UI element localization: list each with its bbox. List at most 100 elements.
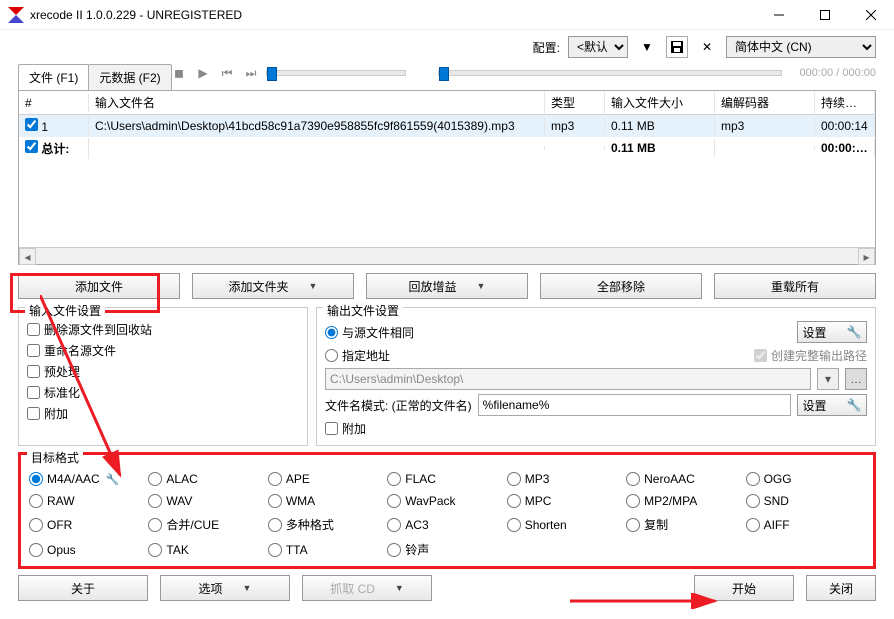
format--[interactable]: 复制 xyxy=(626,516,745,533)
col-dur[interactable]: 持续时间 xyxy=(815,92,875,113)
reload-all-button[interactable]: 重载所有 xyxy=(714,273,876,299)
format-wavpack[interactable]: WavPack xyxy=(387,494,506,508)
format-radio[interactable] xyxy=(29,472,43,486)
format-radio[interactable] xyxy=(746,518,760,532)
format-radio[interactable] xyxy=(29,518,43,532)
format-radio[interactable] xyxy=(626,472,640,486)
format-aiff[interactable]: AIFF xyxy=(746,516,865,533)
format-radio[interactable] xyxy=(148,518,162,532)
close-app-button[interactable]: 关闭 xyxy=(806,575,876,601)
input-append-checkbox[interactable] xyxy=(27,407,40,420)
format-tak[interactable]: TAK xyxy=(148,541,267,558)
col-type[interactable]: 类型 xyxy=(545,92,605,113)
format-radio[interactable] xyxy=(746,472,760,486)
remove-all-button[interactable]: 全部移除 xyxy=(540,273,702,299)
col-enc[interactable]: 编解码器 xyxy=(715,92,815,113)
format--[interactable]: 铃声 xyxy=(387,541,506,558)
stop-button[interactable]: ◼ xyxy=(170,64,188,82)
format-radio[interactable] xyxy=(387,518,401,532)
tab-files[interactable]: 文件 (F1) xyxy=(18,64,89,90)
format-radio[interactable] xyxy=(387,543,401,557)
format-mp3[interactable]: MP3 xyxy=(507,472,626,486)
volume-slider[interactable] xyxy=(266,70,406,76)
format-radio[interactable] xyxy=(29,494,43,508)
same-as-source-radio[interactable] xyxy=(325,326,338,339)
format--cue[interactable]: 合并/CUE xyxy=(148,516,267,533)
rename-source-checkbox[interactable] xyxy=(27,344,40,357)
format--[interactable]: 多种格式 xyxy=(268,516,387,533)
format-neroaac[interactable]: NeroAAC xyxy=(626,472,745,486)
table-row[interactable]: 1 C:\Users\admin\Desktop\41bcd58c91a7390… xyxy=(19,115,875,137)
total-checkbox[interactable] xyxy=(25,140,38,153)
preprocess-checkbox[interactable] xyxy=(27,365,40,378)
format-radio[interactable] xyxy=(268,518,282,532)
format-radio[interactable] xyxy=(387,494,401,508)
specify-address-radio[interactable] xyxy=(325,349,338,362)
wrench-icon[interactable]: 🔧 xyxy=(106,473,120,486)
format-radio[interactable] xyxy=(387,472,401,486)
normalize-checkbox[interactable] xyxy=(27,386,40,399)
row-checkbox[interactable] xyxy=(25,118,38,131)
about-button[interactable]: 关于 xyxy=(18,575,148,601)
play-button[interactable]: ▶ xyxy=(194,64,212,82)
delete-profile-button[interactable]: ✕ xyxy=(696,36,718,58)
format-radio[interactable] xyxy=(507,494,521,508)
format-radio[interactable] xyxy=(148,494,162,508)
options-button[interactable]: 选项 xyxy=(160,575,290,601)
format-radio[interactable] xyxy=(29,543,43,557)
format-radio[interactable] xyxy=(268,494,282,508)
prev-button[interactable]: ⏮ xyxy=(218,64,236,82)
format-flac[interactable]: FLAC xyxy=(387,472,506,486)
add-file-button[interactable]: 添加文件 xyxy=(18,273,180,299)
format-wav[interactable]: WAV xyxy=(148,494,267,508)
format-radio[interactable] xyxy=(626,518,640,532)
maximize-button[interactable] xyxy=(802,0,848,30)
format-mp2-mpa[interactable]: MP2/MPA xyxy=(626,494,745,508)
output-settings-button[interactable]: 设置🔧 xyxy=(797,321,867,343)
col-size[interactable]: 输入文件大小 xyxy=(605,92,715,113)
format-radio[interactable] xyxy=(148,472,162,486)
output-append-checkbox[interactable] xyxy=(325,422,338,435)
format-ogg[interactable]: OGG xyxy=(746,472,865,486)
start-button[interactable]: 开始 xyxy=(694,575,794,601)
filename-settings-button[interactable]: 设置🔧 xyxy=(797,394,867,416)
replay-gain-button[interactable]: 回放增益 xyxy=(366,273,528,299)
format-mpc[interactable]: MPC xyxy=(507,494,626,508)
format-raw[interactable]: RAW xyxy=(29,494,148,508)
save-profile-button[interactable] xyxy=(666,36,688,58)
format-radio[interactable] xyxy=(268,543,282,557)
scroll-right-icon[interactable]: ▸ xyxy=(858,248,875,265)
format-m4a-aac[interactable]: M4A/AAC🔧 xyxy=(29,472,148,486)
format-shorten[interactable]: Shorten xyxy=(507,516,626,533)
format-radio[interactable] xyxy=(148,543,162,557)
minimize-button[interactable] xyxy=(756,0,802,30)
profile-dropdown-icon[interactable]: ▼ xyxy=(636,36,658,58)
format-snd[interactable]: SND xyxy=(746,494,865,508)
close-button[interactable] xyxy=(848,0,894,30)
seek-slider[interactable] xyxy=(438,70,782,76)
tab-metadata[interactable]: 元数据 (F2) xyxy=(88,64,171,90)
format-opus[interactable]: Opus xyxy=(29,541,148,558)
format-tta[interactable]: TTA xyxy=(268,541,387,558)
col-hash[interactable]: # xyxy=(19,94,89,112)
delete-to-recycle-checkbox[interactable] xyxy=(27,323,40,336)
format-wma[interactable]: WMA xyxy=(268,494,387,508)
format-ac3[interactable]: AC3 xyxy=(387,516,506,533)
output-path-dropdown[interactable]: ▾ xyxy=(817,368,839,390)
profile-select[interactable]: <默认> xyxy=(568,36,628,58)
format-radio[interactable] xyxy=(626,494,640,508)
next-button[interactable]: ⏭ xyxy=(242,64,260,82)
filename-mode-input[interactable] xyxy=(478,394,791,416)
format-radio[interactable] xyxy=(507,472,521,486)
format-ofr[interactable]: OFR xyxy=(29,516,148,533)
horizontal-scrollbar[interactable]: ◂ ▸ xyxy=(19,247,875,264)
scroll-left-icon[interactable]: ◂ xyxy=(19,248,36,265)
format-radio[interactable] xyxy=(507,518,521,532)
format-ape[interactable]: APE xyxy=(268,472,387,486)
col-name[interactable]: 输入文件名 xyxy=(89,92,545,113)
format-radio[interactable] xyxy=(268,472,282,486)
browse-output-button[interactable]: … xyxy=(845,368,867,390)
format-radio[interactable] xyxy=(746,494,760,508)
format-alac[interactable]: ALAC xyxy=(148,472,267,486)
language-select[interactable]: 简体中文 (CN) xyxy=(726,36,876,58)
